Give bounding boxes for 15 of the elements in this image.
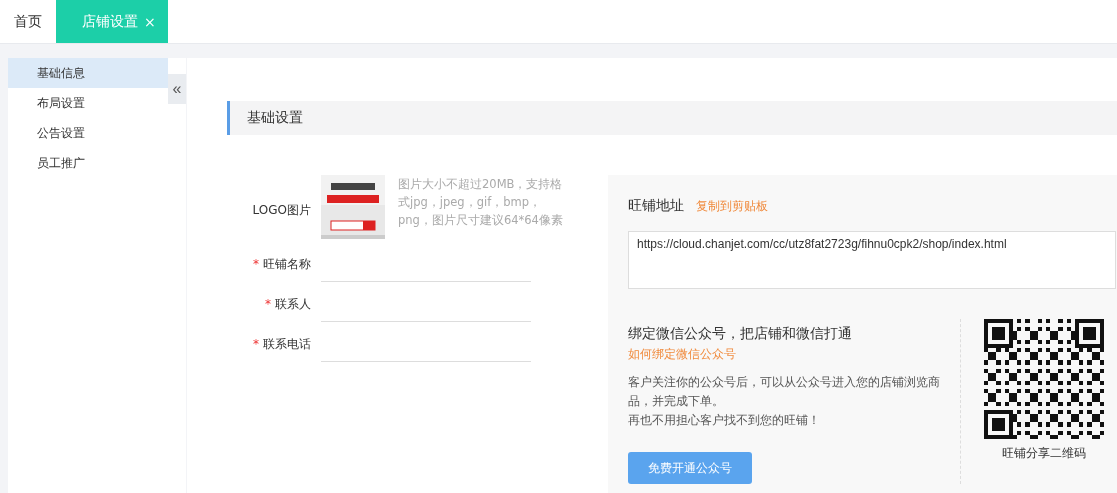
qr-code-icon bbox=[983, 319, 1104, 439]
field-label: * 联系电话 bbox=[252, 336, 312, 353]
field-label: LOGO图片 bbox=[251, 202, 312, 219]
field-label: * 旺铺名称 bbox=[252, 256, 312, 273]
wechat-title: 绑定微信公众号，把店铺和微信打通 bbox=[628, 324, 852, 343]
upload-hint: 图片大小不超过20MB，支持格式jpg，jpeg，gif，bmp，png，图片尺寸建议64*64像素 bbox=[398, 176, 564, 229]
url-field[interactable]: https://cloud.chanjet.com/cc/utz8fat2723g/fihnu0cpk2/shop/index.html bbox=[628, 231, 1116, 289]
field-label: * 联系人 bbox=[264, 296, 312, 313]
panel-title: 旺铺地址 bbox=[628, 197, 684, 215]
sidebar-item[interactable]: 基础信息 bbox=[8, 58, 168, 88]
qr-caption: 旺铺分享二维码 bbox=[1001, 445, 1086, 462]
section-title: 基础设置 bbox=[227, 101, 1117, 135]
collapse-button[interactable]: « bbox=[168, 74, 186, 104]
description-text: 再也不用担心客户找不到您的旺铺！ bbox=[628, 412, 821, 429]
description-text: 客户关注你的公众号后，可以从公众号进入您的店铺浏览商品，并完成下单。 bbox=[628, 374, 941, 410]
